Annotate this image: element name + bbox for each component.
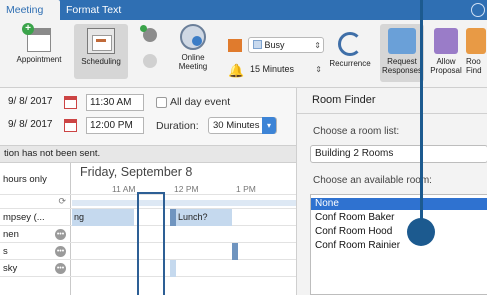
request-responses-icon [388,28,416,54]
allow-proposal-button[interactable]: Allow Proposal [428,28,464,75]
reminder-value: 15 Minutes [250,64,295,74]
time-label: 1 PM [236,184,256,194]
scheduling-label: Scheduling [81,57,121,66]
schedule-date-heading: Friday, September 8 [80,165,193,179]
room-list-item[interactable]: Conf Room Baker [311,212,487,224]
room-finder-title: Room Finder [312,94,376,106]
time-label: 12 PM [174,184,199,194]
room-list-select[interactable]: Building 2 Rooms [310,145,487,163]
recurrence-button[interactable]: Recurrence [324,32,376,68]
start-time-field[interactable]: 11:30 AM [86,94,144,111]
attendee-row[interactable]: s ••• [0,243,71,260]
all-day-label: All day event [170,96,231,108]
attendee-name: mpsey (... [3,212,45,223]
room-list-item[interactable]: None [311,198,487,210]
online-meeting-label: Online Meeting [178,53,208,71]
attendee-name: s [3,246,8,257]
bell-icon: 🔔 [228,63,245,78]
appointment-label: Appointment [16,55,62,64]
busy-marker [232,243,238,260]
allow-proposal-label: Allow Proposal [430,57,462,75]
room-list-item[interactable]: Conf Room Rainier [311,240,487,252]
available-room-label: Choose an available room: [313,175,432,186]
annotation-pointer-line [420,0,423,230]
globe-icon [180,24,206,50]
room-list-item[interactable]: Conf Room Hood [311,226,487,238]
room-list-label: Choose a room list: [313,126,400,137]
check-names-icon[interactable] [143,54,157,68]
scheduling-icon [87,28,115,54]
end-time-field[interactable]: 12:00 PM [86,117,144,134]
allow-proposal-icon [434,28,458,54]
tab-format-text[interactable]: Format Text [66,0,121,20]
attendee-name: sky [3,263,18,274]
divider [297,113,487,114]
attendee-row[interactable]: nen ••• [0,226,71,243]
annotation-pointer-dot [407,218,435,246]
recurrence-label: Recurrence [329,59,371,68]
address-book-icon[interactable] [140,25,157,42]
tab-meeting[interactable]: Meeting [0,0,60,20]
calendar-icon[interactable] [64,119,77,132]
more-icon[interactable]: ••• [55,263,66,274]
all-day-checkbox[interactable] [156,97,167,108]
appointment-button[interactable]: + Appointment [6,23,72,64]
busy-block: ng [72,209,134,226]
online-meeting-button[interactable]: Online Meeting [168,24,218,71]
show-as-select[interactable]: Busy ⇕ [248,37,324,53]
lunch-label: Lunch? [178,212,208,222]
request-responses-button[interactable]: Request Responses [378,28,426,75]
all-attendees-busy-row [72,200,296,206]
category-icon[interactable] [228,39,242,52]
time-label: 11 AM [112,184,136,194]
duration-value: 30 Minutes [213,120,260,131]
help-icon[interactable] [471,3,485,17]
meeting-time-selection[interactable] [137,192,165,295]
room-finder-icon [466,28,486,54]
more-icon[interactable]: ••• [55,246,66,257]
stepper-icon: ⇕ [314,41,321,50]
date-time-area: 9/ 8/ 2017 11:30 AM All day event 9/ 8/ … [0,88,296,145]
reminder-select[interactable]: 15 Minutes ⇕ [246,62,324,78]
request-responses-label: Request Responses [381,57,423,75]
busy-swatch-icon [253,40,262,49]
show-as-value: Busy [264,40,285,50]
appointment-icon: + [22,23,51,52]
busy-label: ng [74,212,85,222]
chevron-down-icon: ▾ [262,117,276,134]
calendar-icon[interactable] [64,96,77,109]
recurrence-icon [338,32,362,56]
stepper-icon: ⇕ [315,65,322,74]
more-icon[interactable]: ••• [55,229,66,240]
attendee-row[interactable]: sky ••• [0,260,71,277]
duration-select[interactable]: 30 Minutes ▾ [208,117,277,134]
available-room-list[interactable]: None Conf Room Baker Conf Room Hood Conf… [310,194,487,295]
attendee-name: nen [3,229,19,240]
room-finder-button[interactable]: Roo Find [466,28,487,75]
not-sent-notice: tion has not been sent. [0,145,296,163]
attendee-row[interactable]: mpsey (... [0,209,71,226]
room-finder-label: Roo Find [466,57,482,75]
room-finder-pane: Room Finder Choose a room list: Building… [296,88,487,295]
scheduling-button[interactable]: Scheduling [76,28,126,66]
ribbon: + Appointment Scheduling Online Meeting … [0,20,487,88]
refresh-icon[interactable]: ⟳ [58,196,66,207]
duration-label: Duration: [156,120,199,132]
working-hours-filter[interactable]: hours only [0,172,71,188]
lunch-block: Lunch? [176,209,232,226]
ribbon-tabbar: Meeting Format Text [0,0,487,20]
busy-marker [170,260,176,277]
